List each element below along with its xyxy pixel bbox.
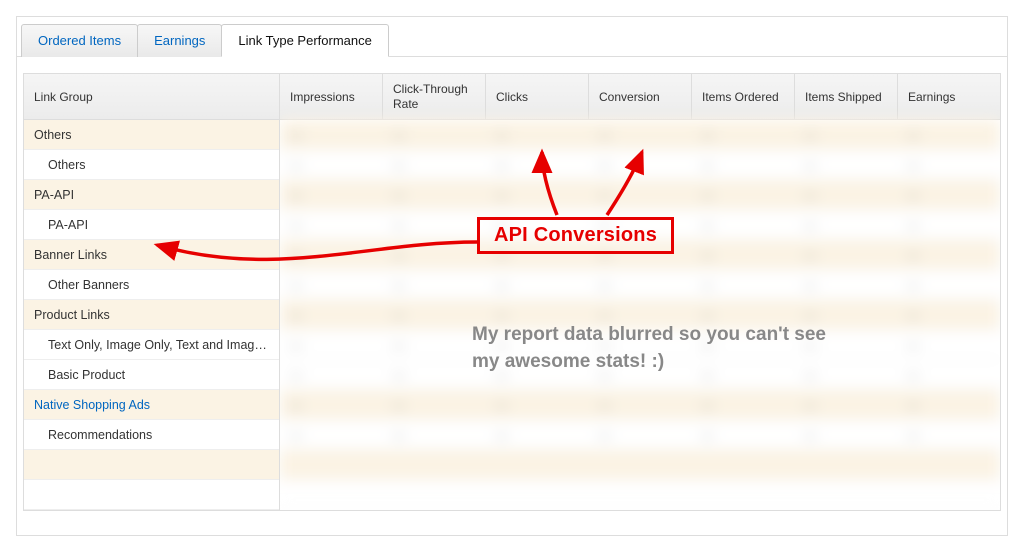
link-group-empty — [24, 480, 279, 510]
link-group-empty — [24, 450, 279, 480]
data-row: ——————— — [280, 180, 1000, 210]
data-row — [280, 450, 1000, 480]
report-content: Link Group OthersOthersPA-APIPA-APIBanne… — [17, 57, 1007, 535]
col-header-ctr: Click-Through Rate — [383, 74, 486, 119]
data-row: ——————— — [280, 420, 1000, 450]
link-group-child: Others — [24, 150, 279, 180]
data-row: ——————— — [280, 270, 1000, 300]
link-group-child: Other Banners — [24, 270, 279, 300]
tab-earnings[interactable]: Earnings — [137, 24, 222, 57]
link-group-parent[interactable]: Native Shopping Ads — [24, 390, 279, 420]
col-header-link-group: Link Group — [24, 74, 279, 119]
tabs: Ordered Items Earnings Link Type Perform… — [17, 17, 1007, 57]
link-group-parent: Banner Links — [24, 240, 279, 270]
link-group-child: Text Only, Image Only, Text and Image... — [24, 330, 279, 360]
col-header-earnings: Earnings — [898, 74, 1000, 119]
link-group-child: PA-API — [24, 210, 279, 240]
data-row: ——————— — [280, 330, 1000, 360]
link-group-parent: Product Links — [24, 300, 279, 330]
link-group-parent: PA-API — [24, 180, 279, 210]
data-row: ——————— — [280, 390, 1000, 420]
data-row: ——————— — [280, 120, 1000, 150]
col-header-impressions: Impressions — [280, 74, 383, 119]
col-header-conversion: Conversion — [589, 74, 692, 119]
link-group-child: Recommendations — [24, 420, 279, 450]
tab-ordered-items[interactable]: Ordered Items — [21, 24, 138, 57]
tab-link-type-performance[interactable]: Link Type Performance — [221, 24, 388, 57]
link-group-column: Link Group OthersOthersPA-APIPA-APIBanne… — [24, 74, 280, 510]
link-group-child: Basic Product — [24, 360, 279, 390]
data-row: ——————— — [280, 300, 1000, 330]
data-row: ——————— — [280, 210, 1000, 240]
link-group-parent: Others — [24, 120, 279, 150]
col-header-items-ordered: Items Ordered — [692, 74, 795, 119]
col-header-clicks: Clicks — [486, 74, 589, 119]
data-row — [280, 480, 1000, 510]
col-header-items-shipped: Items Shipped — [795, 74, 898, 119]
metrics-columns: Impressions Click-Through Rate Clicks Co… — [280, 74, 1000, 510]
data-row: ——————— — [280, 240, 1000, 270]
data-row: ——————— — [280, 150, 1000, 180]
data-row: ——————— — [280, 360, 1000, 390]
